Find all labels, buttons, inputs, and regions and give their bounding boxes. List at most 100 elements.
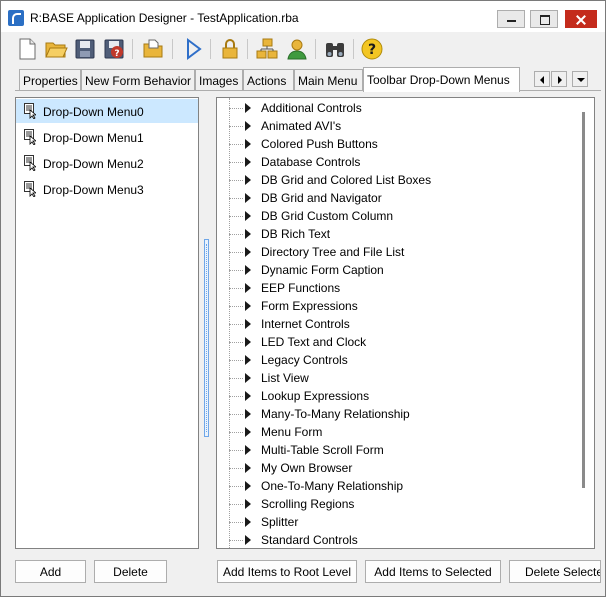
expand-arrow-icon[interactable] (245, 265, 251, 275)
tree-item[interactable]: List View (217, 369, 577, 387)
expand-arrow-icon[interactable] (245, 427, 251, 437)
open-file-icon[interactable] (141, 37, 165, 61)
tree-item[interactable]: Additional Controls (217, 99, 577, 117)
minimize-button[interactable] (497, 10, 525, 28)
binoculars-icon[interactable] (323, 37, 347, 61)
expand-arrow-icon[interactable] (245, 301, 251, 311)
tree-item[interactable]: Standard Controls (217, 531, 577, 548)
tree-item-label: DB Grid and Navigator (261, 191, 382, 205)
tree-item[interactable]: Multi-Table Scroll Form (217, 441, 577, 459)
tree-item[interactable]: LED Text and Clock (217, 333, 577, 351)
tree-item[interactable]: Menu Form (217, 423, 577, 441)
tree-item[interactable]: Many-To-Many Relationship (217, 405, 577, 423)
tree-item[interactable]: My Own Browser (217, 459, 577, 477)
tree-vertical-scrollbar[interactable] (582, 112, 585, 488)
save-disk-icon[interactable] (73, 37, 97, 61)
tree-item[interactable]: Lookup Expressions (217, 387, 577, 405)
tab-list-dropdown-button[interactable] (572, 71, 588, 87)
chevron-down-icon (577, 78, 585, 82)
tree-item[interactable]: Form Expressions (217, 297, 577, 315)
expand-arrow-icon[interactable] (245, 193, 251, 203)
expand-arrow-icon[interactable] (245, 121, 251, 131)
tree-item[interactable]: DB Grid and Navigator (217, 189, 577, 207)
expand-arrow-icon[interactable] (245, 463, 251, 473)
add-button[interactable]: Add (15, 560, 86, 583)
tree-item-label: Multi-Table Scroll Form (261, 443, 384, 457)
toolbar-separator (247, 39, 248, 59)
run-play-icon[interactable] (181, 37, 205, 61)
panel-splitter[interactable] (204, 239, 209, 437)
tree-item[interactable]: DB Grid Custom Column (217, 207, 577, 225)
expand-arrow-icon[interactable] (245, 283, 251, 293)
expand-arrow-icon[interactable] (245, 373, 251, 383)
tree-item-label: Directory Tree and File List (261, 245, 405, 259)
delete-button[interactable]: Delete (94, 560, 167, 583)
tree-connector (229, 522, 243, 523)
close-button[interactable] (565, 10, 597, 28)
expand-arrow-icon[interactable] (245, 229, 251, 239)
tree-item[interactable]: Dynamic Form Caption (217, 261, 577, 279)
tree-item[interactable]: One-To-Many Relationship (217, 477, 577, 495)
expand-arrow-icon[interactable] (245, 247, 251, 257)
help-icon[interactable]: ? (360, 37, 384, 61)
tree-item[interactable]: DB Grid and Colored List Boxes (217, 171, 577, 189)
expand-arrow-icon[interactable] (245, 211, 251, 221)
expand-arrow-icon[interactable] (245, 175, 251, 185)
tab-toolbar-drop-down-menus[interactable]: Toolbar Drop-Down Menus (363, 67, 520, 92)
application-window: R:BASE Application Designer - TestApplic… (0, 0, 606, 597)
lock-icon[interactable] (218, 37, 242, 61)
expand-arrow-icon[interactable] (245, 319, 251, 329)
add-items-to-selected-button[interactable]: Add Items to Selected (365, 560, 501, 583)
expand-arrow-icon[interactable] (245, 445, 251, 455)
list-item[interactable]: Drop-Down Menu2 (16, 151, 198, 175)
help-disk-icon[interactable]: ? (102, 37, 126, 61)
tree-item[interactable]: Legacy Controls (217, 351, 577, 369)
chevron-left-icon (540, 76, 544, 84)
tree-connector (229, 432, 243, 433)
tab-actions[interactable]: Actions (243, 69, 294, 90)
tab-main-menu[interactable]: Main Menu (294, 69, 363, 90)
dropdown-menu-list[interactable]: Drop-Down Menu0 Drop-Down Menu1 Drop-Dow… (15, 97, 199, 549)
tree-connector (229, 324, 243, 325)
expand-arrow-icon[interactable] (245, 535, 251, 545)
tab-images[interactable]: Images (195, 69, 243, 90)
expand-arrow-icon[interactable] (245, 355, 251, 365)
tree-item[interactable]: Directory Tree and File List (217, 243, 577, 261)
tree-item[interactable]: Scrolling Regions (217, 495, 577, 513)
title-bar[interactable]: R:BASE Application Designer - TestApplic… (1, 1, 605, 32)
tree-connector (229, 504, 243, 505)
tree-item[interactable]: Splitter (217, 513, 577, 531)
open-folder-icon[interactable] (44, 37, 68, 61)
tree-item[interactable]: Database Controls (217, 153, 577, 171)
tree-item[interactable]: EEP Functions (217, 279, 577, 297)
expand-arrow-icon[interactable] (245, 409, 251, 419)
tree-item[interactable]: Internet Controls (217, 315, 577, 333)
tab-properties[interactable]: Properties (19, 69, 81, 90)
tree-item-label: Database Controls (261, 155, 361, 169)
list-item[interactable]: Drop-Down Menu1 (16, 125, 198, 149)
tab-new-form-behavior[interactable]: New Form Behavior (81, 69, 195, 90)
tree-item[interactable]: DB Rich Text (217, 225, 577, 243)
controls-tree[interactable]: Additional Controls Animated AVI's Colored… (216, 97, 595, 549)
list-item[interactable]: Drop-Down Menu3 (16, 177, 198, 201)
expand-arrow-icon[interactable] (245, 517, 251, 527)
network-icon[interactable] (255, 37, 279, 61)
expand-arrow-icon[interactable] (245, 499, 251, 509)
new-document-icon[interactable] (15, 37, 39, 61)
expand-arrow-icon[interactable] (245, 103, 251, 113)
tree-item[interactable]: Colored Push Buttons (217, 135, 577, 153)
user-icon[interactable] (285, 37, 309, 61)
tab-scroll-right-button[interactable] (551, 71, 567, 87)
expand-arrow-icon[interactable] (245, 139, 251, 149)
expand-arrow-icon[interactable] (245, 157, 251, 167)
expand-arrow-icon[interactable] (245, 337, 251, 347)
tree-item[interactable]: Animated AVI's (217, 117, 577, 135)
tree-item-label: DB Grid Custom Column (261, 209, 394, 223)
list-item[interactable]: Drop-Down Menu0 (16, 99, 198, 123)
add-items-to-root-level-button[interactable]: Add Items to Root Level (217, 560, 357, 583)
expand-arrow-icon[interactable] (245, 481, 251, 491)
expand-arrow-icon[interactable] (245, 391, 251, 401)
delete-selected-button[interactable]: Delete Selected (509, 560, 601, 583)
maximize-button[interactable] (530, 10, 558, 28)
tab-scroll-left-button[interactable] (534, 71, 550, 87)
